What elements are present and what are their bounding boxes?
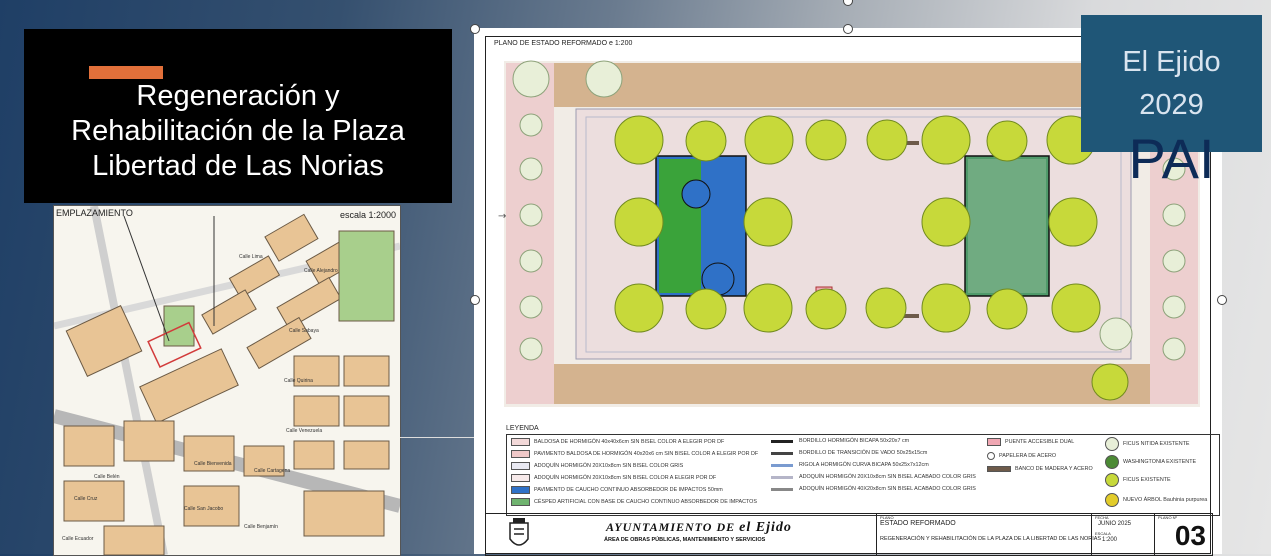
fecha-value: JUNIO 2025 (1098, 521, 1132, 527)
legend-item: BANCO DE MADERA Y ACERO (987, 466, 1093, 472)
escala-value: 1:200 (1102, 537, 1118, 543)
legend-item: BORDILLO DE TRANSICIÓN DE VADO 50x25x15c… (771, 450, 927, 456)
street-label: Calle Sabaya (289, 328, 319, 334)
street-label: Calle Cartagena (254, 468, 291, 474)
legend-item: ADOQUÍN HORMIGÓN 20X10x8cm SIN BISEL COL… (511, 474, 716, 482)
legend-item: BORDILLO HORMIGÓN BICAPA 50x20x7 cm (771, 438, 909, 444)
svg-text:→: → (498, 211, 506, 222)
location-map-scale: escala 1:2000 (339, 210, 396, 220)
resize-handle-right[interactable] (1217, 295, 1227, 305)
street-label: Calle San Jacobo (184, 506, 224, 512)
legend-title: LEYENDA (506, 425, 539, 432)
legend-item: ADOQUÍN HORMIGÓN 40X20x8cm SIN BISEL ACA… (771, 486, 976, 492)
legend-item: PAVIMENTO BALDOSA DE HORMIGÓN 40x20x6 cm… (511, 450, 758, 458)
legend-item: NUEVO ÁRBOL Bauhinia purpurea (1105, 493, 1207, 507)
title-block: AYUNTAMIENTO DE el Ejido ÁREA DE OBRAS P… (485, 513, 1213, 556)
sheet-number: 03 (1174, 520, 1206, 551)
street-label: Calle Quirina (284, 378, 313, 384)
proyecto-value: REGENERACIÓN Y REHABILITACIÓN DE LA PLAZ… (880, 536, 1102, 542)
street-label: Calle Cruz (74, 496, 98, 502)
title-line-3: Libertad de Las Norias (92, 150, 384, 182)
street-map (54, 206, 400, 555)
coat-of-arms-icon (509, 518, 529, 546)
escala-label: ESCALA (1095, 531, 1111, 536)
legend-item: ADOQUÍN HORMIGÓN 20X10x8cm SIN BISEL COL… (511, 462, 683, 470)
street-label: Calle Benjamín (244, 524, 278, 530)
legend-item: WASHINGTONIA EXISTENTE (1105, 455, 1196, 469)
legend-item: FICUS EXISTENTE (1105, 473, 1171, 487)
street-label: Calle Alejandro (304, 268, 338, 274)
rotate-handle[interactable] (843, 0, 853, 6)
plano-value: ESTADO REFORMADO (880, 520, 956, 527)
resize-handle-left[interactable] (470, 295, 480, 305)
street-label: Calle Lima (239, 254, 263, 260)
title-line-1: Regeneración y (136, 80, 340, 112)
title-line-2: Rehabilitación de la Plaza (71, 115, 405, 147)
street-label: Calle Belén (94, 474, 120, 480)
badge-pai-text: PAI (1128, 127, 1215, 190)
badge-line-2: 2029 (1139, 89, 1204, 121)
legend-item: ADOQUÍN HORMIGÓN 20X10x8cm SIN BISEL ACA… (771, 474, 976, 480)
legend-item: RIGOLA HORMIGÓN CURVA BICAPA 50x25x7x12c… (771, 462, 929, 468)
location-map-header: EMPLAZAMIENTO (56, 208, 133, 218)
legend-item: FICUS NITIDA EXISTENTE (1105, 437, 1190, 451)
area-label: ÁREA DE OBRAS PÚBLICAS, MANTENIMIENTO Y … (604, 537, 766, 543)
legend-item: PAVIMENTO DE CAUCHO CONTINUO ABSORBEDOR … (511, 486, 723, 494)
legend-item: PAPELERA DE ACERO (987, 452, 1056, 460)
street-label: Calle Bienvenida (194, 461, 232, 467)
legend-item: CÉSPED ARTIFICIAL CON BASE DE CAUCHO CON… (511, 498, 757, 506)
legend-item: BALDOSA DE HORMIGÓN 40x40x6cm SIN BISEL … (511, 438, 724, 446)
resize-handle-top-left[interactable] (470, 24, 480, 34)
signature-logo: el Ejido (739, 520, 792, 535)
location-map-image[interactable]: EMPLAZAMIENTO escala 1:2000 Calle Alejan… (53, 205, 401, 556)
legend-item: PUENTE ACCESIBLE DUAL (987, 438, 1074, 446)
resize-handle-top[interactable] (843, 24, 853, 34)
accent-bar (89, 66, 163, 79)
badge-line-1: El Ejido (1122, 46, 1221, 78)
legend: BALDOSA DE HORMIGÓN 40x40x6cm SIN BISEL … (506, 434, 1220, 516)
slide-title[interactable]: Regeneración y Rehabilitación de la Plaz… (24, 79, 452, 184)
street-label: Calle Venezuela (286, 428, 323, 434)
fecha-label: FECHA (1095, 515, 1109, 520)
plan-title: PLANO DE ESTADO REFORMADO e 1:200 (494, 40, 633, 47)
street-label: Calle Ecuador (62, 536, 94, 542)
ayuntamiento-label: AYUNTAMIENTO DE el Ejido (606, 520, 792, 535)
